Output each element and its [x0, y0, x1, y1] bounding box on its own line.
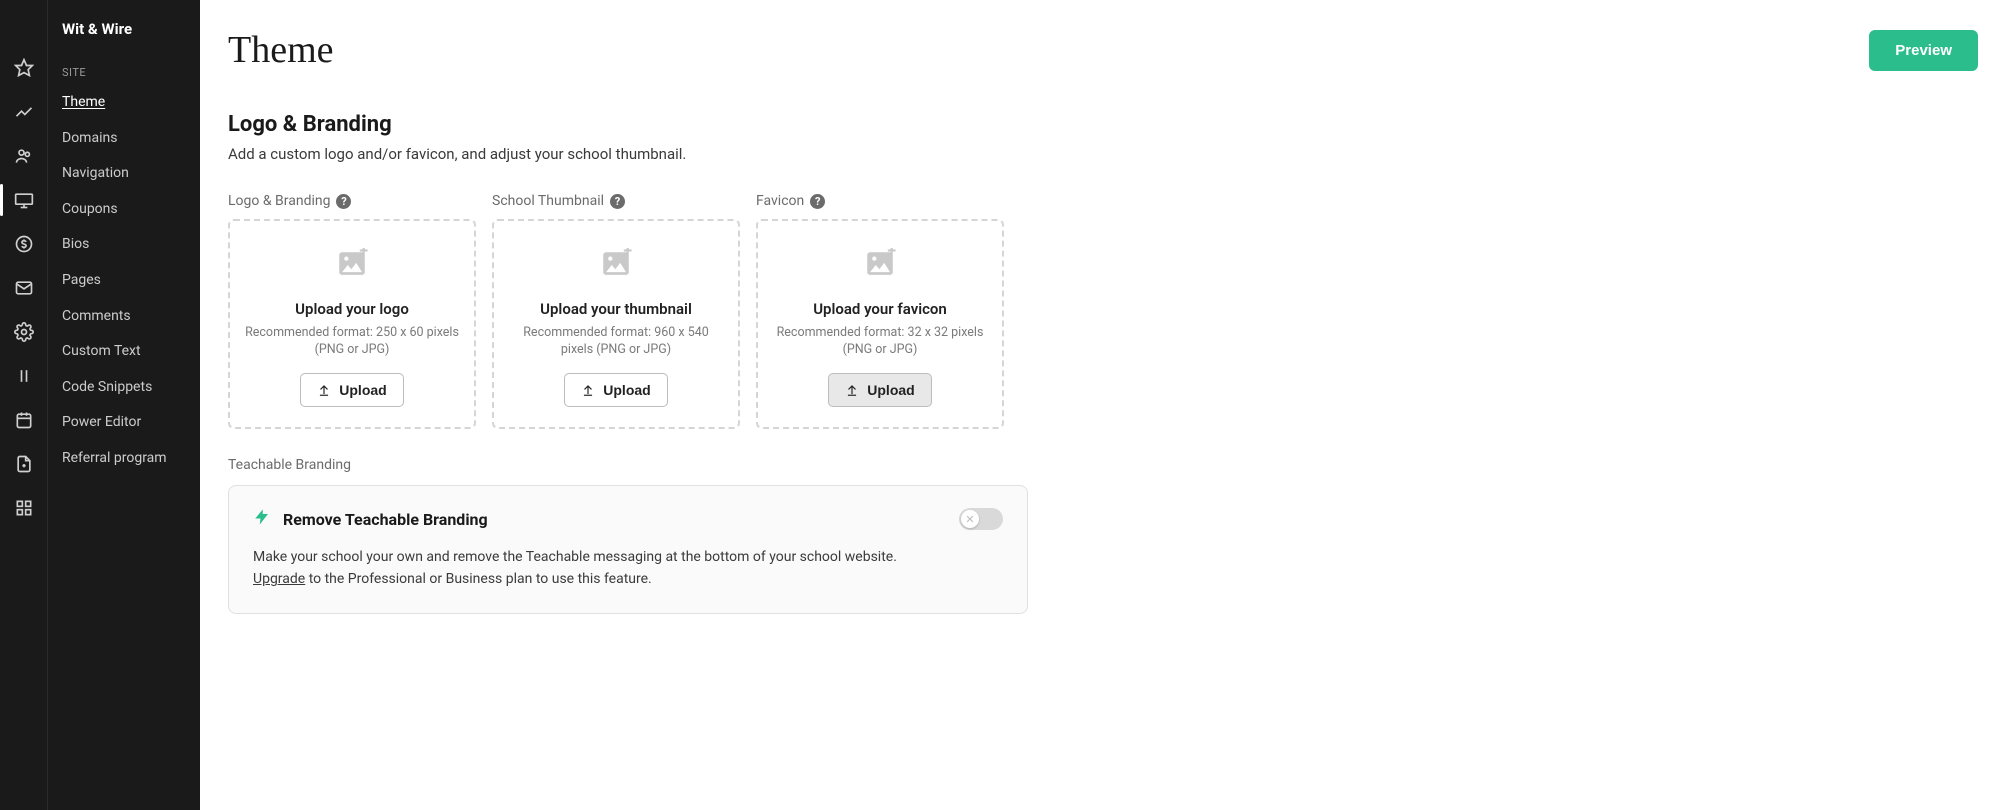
image-placeholder-icon — [335, 248, 369, 286]
sidebar-item-domains[interactable]: Domains — [48, 121, 200, 157]
logo-card-column: Logo & Branding ? Upload your logo Recom… — [228, 193, 476, 429]
calendar-icon[interactable] — [12, 408, 36, 432]
bolt-icon — [253, 508, 271, 530]
field-label-thumbnail-text: School Thumbnail — [492, 193, 604, 209]
image-placeholder-icon — [863, 248, 897, 286]
pause-icon[interactable] — [12, 364, 36, 388]
upload-cards-row: Logo & Branding ? Upload your logo Recom… — [228, 193, 1986, 429]
help-icon[interactable]: ? — [610, 194, 625, 209]
upload-icon — [581, 383, 595, 397]
panel-title: Remove Teachable Branding — [283, 510, 488, 529]
field-label-logo: Logo & Branding ? — [228, 193, 476, 209]
logo-upload-button-label: Upload — [339, 382, 386, 398]
thumbnail-upload-button[interactable]: Upload — [564, 373, 667, 407]
panel-description: Make your school your own and remove the… — [253, 546, 1003, 591]
section-heading-logo-branding: Logo & Branding — [228, 112, 1986, 137]
sidebar-items: Theme Domains Navigation Coupons Bios Pa… — [48, 85, 200, 477]
email-icon[interactable] — [12, 276, 36, 300]
sidebar-item-custom-text[interactable]: Custom Text — [48, 334, 200, 370]
favicon-upload-hint: Recommended format: 32 x 32 pixels (PNG … — [772, 324, 988, 359]
sidebar-item-navigation[interactable]: Navigation — [48, 156, 200, 192]
logo-upload-button[interactable]: Upload — [300, 373, 403, 407]
icon-rail — [0, 0, 48, 810]
field-label-logo-text: Logo & Branding — [228, 193, 330, 209]
sidebar-item-referral-program[interactable]: Referral program — [48, 441, 200, 477]
star-icon[interactable] — [12, 56, 36, 80]
favicon-upload-button[interactable]: Upload — [828, 373, 931, 407]
page-header: Theme Preview — [228, 28, 1986, 72]
help-icon[interactable]: ? — [336, 194, 351, 209]
analytics-icon[interactable] — [12, 100, 36, 124]
main-content: Theme Preview Logo & Branding Add a cust… — [200, 0, 2014, 810]
users-icon[interactable] — [12, 144, 36, 168]
thumbnail-card-column: School Thumbnail ? Upload your thumbnail… — [492, 193, 740, 429]
upload-icon — [317, 383, 331, 397]
section-subtext: Add a custom logo and/or favicon, and ad… — [228, 145, 1986, 163]
sidebar-item-power-editor[interactable]: Power Editor — [48, 405, 200, 441]
site-icon[interactable] — [12, 188, 36, 212]
teachable-branding-panel: Remove Teachable Branding ✕ Make your sc… — [228, 485, 1028, 614]
upload-icon — [845, 383, 859, 397]
thumbnail-upload-hint: Recommended format: 960 x 540 pixels (PN… — [508, 324, 724, 359]
sidebar-item-comments[interactable]: Comments — [48, 299, 200, 335]
sidebar-item-code-snippets[interactable]: Code Snippets — [48, 370, 200, 406]
document-icon[interactable] — [12, 452, 36, 476]
panel-header-row: Remove Teachable Branding — [253, 508, 1003, 530]
sales-icon[interactable] — [12, 232, 36, 256]
panel-desc-line1: Make your school your own and remove the… — [253, 549, 897, 565]
help-icon[interactable]: ? — [810, 194, 825, 209]
logo-upload-hint: Recommended format: 250 x 60 pixels (PNG… — [244, 324, 460, 359]
sidebar: Wit & Wire SITE Theme Domains Navigation… — [0, 0, 200, 810]
favicon-upload-title: Upload your favicon — [813, 300, 947, 318]
favicon-card-column: Favicon ? Upload your favicon Recommende… — [756, 193, 1004, 429]
favicon-upload-card[interactable]: Upload your favicon Recommended format: … — [756, 219, 1004, 429]
upgrade-link[interactable]: Upgrade — [253, 571, 305, 587]
logo-upload-title: Upload your logo — [295, 300, 409, 318]
sidebar-item-coupons[interactable]: Coupons — [48, 192, 200, 228]
sidebar-nav: Wit & Wire SITE Theme Domains Navigation… — [48, 0, 200, 810]
field-label-favicon: Favicon ? — [756, 193, 1004, 209]
image-placeholder-icon — [599, 248, 633, 286]
panel-desc-line2-rest: to the Professional or Business plan to … — [305, 571, 652, 587]
remove-branding-toggle[interactable]: ✕ — [959, 508, 1003, 530]
thumbnail-upload-card[interactable]: Upload your thumbnail Recommended format… — [492, 219, 740, 429]
sidebar-item-theme[interactable]: Theme — [48, 85, 200, 121]
sidebar-item-pages[interactable]: Pages — [48, 263, 200, 299]
toggle-knob: ✕ — [961, 510, 979, 528]
logo-upload-card[interactable]: Upload your logo Recommended format: 250… — [228, 219, 476, 429]
preview-button[interactable]: Preview — [1869, 30, 1978, 71]
apps-icon[interactable] — [12, 496, 36, 520]
thumbnail-upload-button-label: Upload — [603, 382, 650, 398]
settings-icon[interactable] — [12, 320, 36, 344]
brand-name: Wit & Wire — [48, 0, 200, 46]
field-label-thumbnail: School Thumbnail ? — [492, 193, 740, 209]
page-title: Theme — [228, 28, 334, 72]
field-label-favicon-text: Favicon — [756, 193, 804, 209]
thumbnail-upload-title: Upload your thumbnail — [540, 300, 692, 318]
sidebar-section-label: SITE — [48, 46, 200, 85]
favicon-upload-button-label: Upload — [867, 382, 914, 398]
sidebar-item-bios[interactable]: Bios — [48, 227, 200, 263]
teachable-branding-label: Teachable Branding — [228, 457, 1986, 473]
